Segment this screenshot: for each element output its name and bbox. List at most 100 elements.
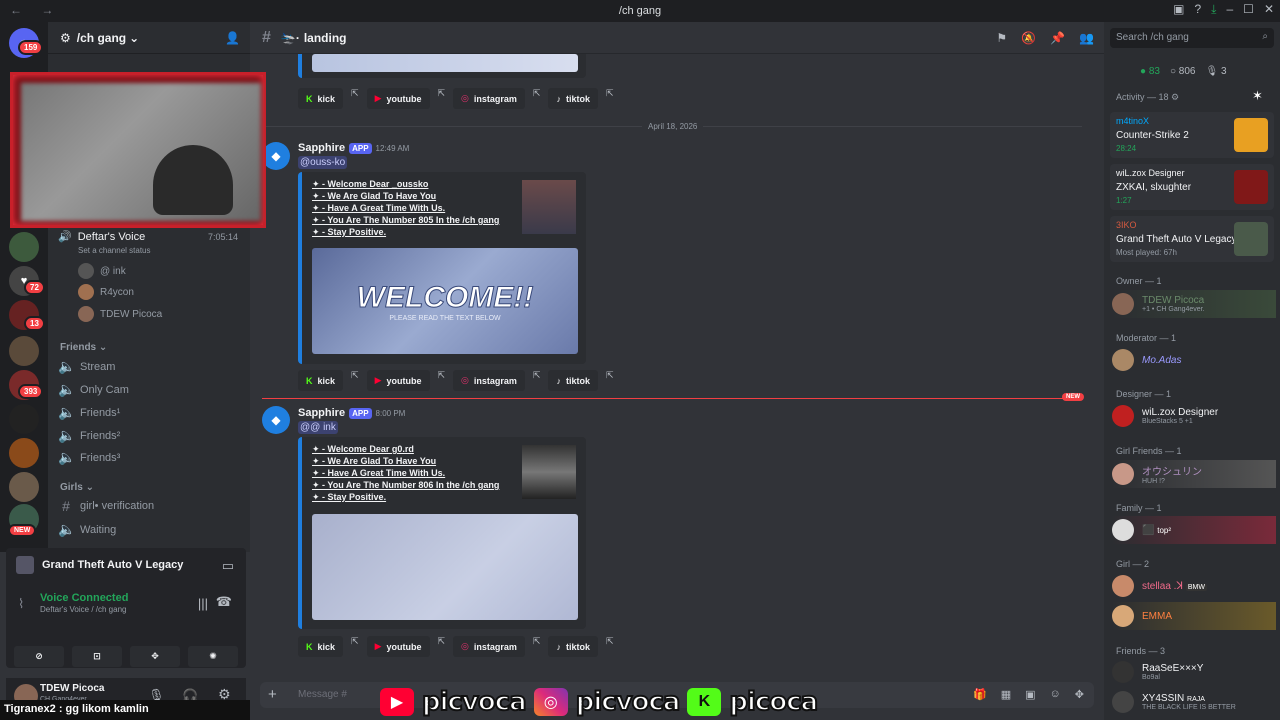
minimize-icon[interactable]: – xyxy=(1226,2,1233,17)
noise-icon[interactable]: ||| xyxy=(198,596,208,611)
screen-share-icon: ⊡ xyxy=(93,651,101,661)
kick-button[interactable]: Kkick xyxy=(298,88,344,109)
activity-card[interactable]: 3IKO Grand Theft Auto V Legacy Most played… xyxy=(1110,216,1274,262)
window-controls[interactable]: ▣ ? ⤓ – ☐ ✕ xyxy=(1173,2,1274,17)
voice-user[interactable]: R4ycon xyxy=(78,284,134,300)
chevron-down-icon: ⌄ xyxy=(129,30,140,45)
add-member-icon[interactable]: 👤 xyxy=(225,31,240,45)
members-icon[interactable]: 👥 xyxy=(1079,31,1094,45)
member-item[interactable]: XY4SSIN RAJA THE BLACK LIFE IS BETTER xyxy=(1112,688,1276,716)
embed-thumbnail[interactable] xyxy=(522,445,576,499)
avatar xyxy=(78,263,94,279)
channel-girl-verification[interactable]: # girl• verification xyxy=(58,498,238,514)
avatar xyxy=(78,306,94,322)
kick-button[interactable]: Kkick xyxy=(298,370,344,391)
mute-icon[interactable]: 🔕 xyxy=(1021,31,1036,45)
instagram-button[interactable]: ◎ instagram xyxy=(453,88,525,109)
server-icon[interactable] xyxy=(9,472,39,502)
screen-share-button[interactable]: ⊡ xyxy=(72,646,122,667)
member-tag: BMW xyxy=(1185,583,1207,591)
close-icon[interactable]: ✕ xyxy=(1264,2,1274,17)
activity-card[interactable]: m4tinoX Counter-Strike 2 28:24 xyxy=(1110,112,1274,158)
tiktok-button[interactable]: ♪ tiktok xyxy=(548,88,598,109)
message-author[interactable]: Sapphire APP 8:00 PM xyxy=(298,407,405,419)
disconnect-icon[interactable]: ☎ xyxy=(216,594,232,610)
member-item[interactable]: EMMA xyxy=(1112,602,1276,630)
voice-channel[interactable]: 🔊 Deftar's Voice 7:05:14 xyxy=(58,230,238,244)
mention[interactable]: @ouss-ko xyxy=(298,156,348,169)
category-girls[interactable]: Girls ⌄ xyxy=(60,482,94,493)
title-bar: ← → /ch gang ▣ ? ⤓ – ☐ ✕ xyxy=(0,0,1280,22)
sticker-icon[interactable]: ▣ xyxy=(1025,688,1035,701)
search-icon: ⌕ xyxy=(1262,31,1268,42)
external-link-icon: ⇱ xyxy=(605,88,614,98)
inbox-icon[interactable]: ▣ xyxy=(1173,2,1184,17)
tiktok-button[interactable]: ♪ tiktok xyxy=(548,370,598,391)
channel-friends-3[interactable]: 🔈 Friends³ xyxy=(58,449,238,466)
server-icon[interactable] xyxy=(9,438,39,468)
download-icon[interactable]: ⤓ xyxy=(1211,2,1216,17)
back-forward-icons[interactable]: ← → xyxy=(10,3,61,17)
instagram-button[interactable]: ◎ instagram xyxy=(453,636,525,657)
category-friends[interactable]: Friends ⌄ xyxy=(60,342,107,353)
member-item[interactable]: オウシュリン HUH !? xyxy=(1112,460,1276,488)
instagram-button[interactable]: ◎ instagram xyxy=(453,370,525,391)
member-item[interactable]: stellaa .ꓘ BMW xyxy=(1112,572,1276,600)
activity-card[interactable]: wiL.zox Designer ZXKAI, slxughter 1:27 xyxy=(1110,164,1274,210)
embed-thumbnail[interactable] xyxy=(522,180,576,234)
youtube-icon: ▶ xyxy=(374,641,382,651)
speaker-icon: 🔈 xyxy=(58,358,76,374)
activities-button[interactable]: ✥ xyxy=(130,646,180,667)
emoji-icon[interactable]: ☺ xyxy=(1050,688,1061,701)
member-item[interactable]: wiL.zox Designer BlueStacks 5 +1 xyxy=(1112,402,1276,430)
member-tag: RAJA xyxy=(1187,696,1205,703)
threads-icon[interactable]: ⚑ xyxy=(996,31,1007,45)
channel-stream[interactable]: 🔈 Stream xyxy=(58,358,238,375)
member-item[interactable]: TDEW Picoca +1 • CH Gang4ever. xyxy=(1112,290,1276,318)
soundboard-button[interactable]: ✺ xyxy=(188,646,238,667)
apps-icon[interactable]: ✥ xyxy=(1075,688,1084,701)
gift-icon[interactable]: 🎁 xyxy=(973,688,987,701)
avatar[interactable]: ◆ xyxy=(262,406,290,434)
tiktok-button[interactable]: ♪ tiktok xyxy=(548,636,598,657)
channel-only-cam[interactable]: 🔈 Only Cam xyxy=(58,381,238,398)
mention[interactable]: @@ ink xyxy=(298,421,338,434)
kick-button[interactable]: Kkick xyxy=(298,636,344,657)
welcome-banner[interactable] xyxy=(312,514,578,620)
member-item[interactable]: ⬛ top² xyxy=(1112,516,1276,544)
channel-friends-1[interactable]: 🔈 Friends¹ xyxy=(58,404,238,421)
channel-status[interactable]: Set a channel status xyxy=(78,246,151,255)
member-item[interactable]: RaaSeE×××Y Bo9al xyxy=(1112,658,1276,686)
embed-partial xyxy=(298,54,586,78)
camera-button[interactable]: ⊘ xyxy=(14,646,64,667)
add-attachment-icon[interactable]: + xyxy=(268,686,277,703)
message-author[interactable]: Sapphire APP 12:49 AM xyxy=(298,142,409,154)
youtube-icon: ▶ xyxy=(374,93,382,103)
server-icon[interactable] xyxy=(9,404,39,434)
gif-icon[interactable]: ▦ xyxy=(1001,688,1011,701)
search-input[interactable]: Search /ch gang ⌕ xyxy=(1110,28,1274,48)
youtube-button[interactable]: ▶ youtube xyxy=(366,88,430,109)
voice-location[interactable]: Deftar's Voice / /ch gang xyxy=(40,605,126,614)
voice-user[interactable]: @ ink xyxy=(78,263,126,279)
pin-icon[interactable]: 📌 xyxy=(1050,31,1065,45)
channel-friends-2[interactable]: 🔈 Friends² xyxy=(58,427,238,444)
server-icon[interactable] xyxy=(9,336,39,366)
server-header[interactable]: ⚙ /ch gang ⌄ 👤 xyxy=(48,22,250,54)
hash-icon: # xyxy=(62,498,70,514)
message-input[interactable]: Message # xyxy=(298,689,347,700)
server-icon[interactable] xyxy=(9,232,39,262)
help-icon[interactable]: ? xyxy=(1194,2,1201,17)
streamer-image xyxy=(153,145,233,215)
member-item[interactable]: Mo.Adas xyxy=(1112,346,1276,374)
avatar[interactable]: ◆ xyxy=(262,142,290,170)
activity-game: Grand Theft Auto V Legacy xyxy=(42,559,184,571)
welcome-banner[interactable]: WELCOME!! PLEASE READ THE TEXT BELOW xyxy=(312,248,578,354)
youtube-button[interactable]: ▶ youtube xyxy=(366,370,430,391)
channel-waiting[interactable]: 🔈 Waiting xyxy=(58,521,238,538)
voice-user[interactable]: TDEW Picoca xyxy=(78,306,162,322)
maximize-icon[interactable]: ☐ xyxy=(1243,2,1254,17)
screen-icon[interactable]: ▭ xyxy=(222,558,234,574)
member-group-label: Moderator — 1 xyxy=(1116,333,1177,343)
youtube-button[interactable]: ▶ youtube xyxy=(366,636,430,657)
